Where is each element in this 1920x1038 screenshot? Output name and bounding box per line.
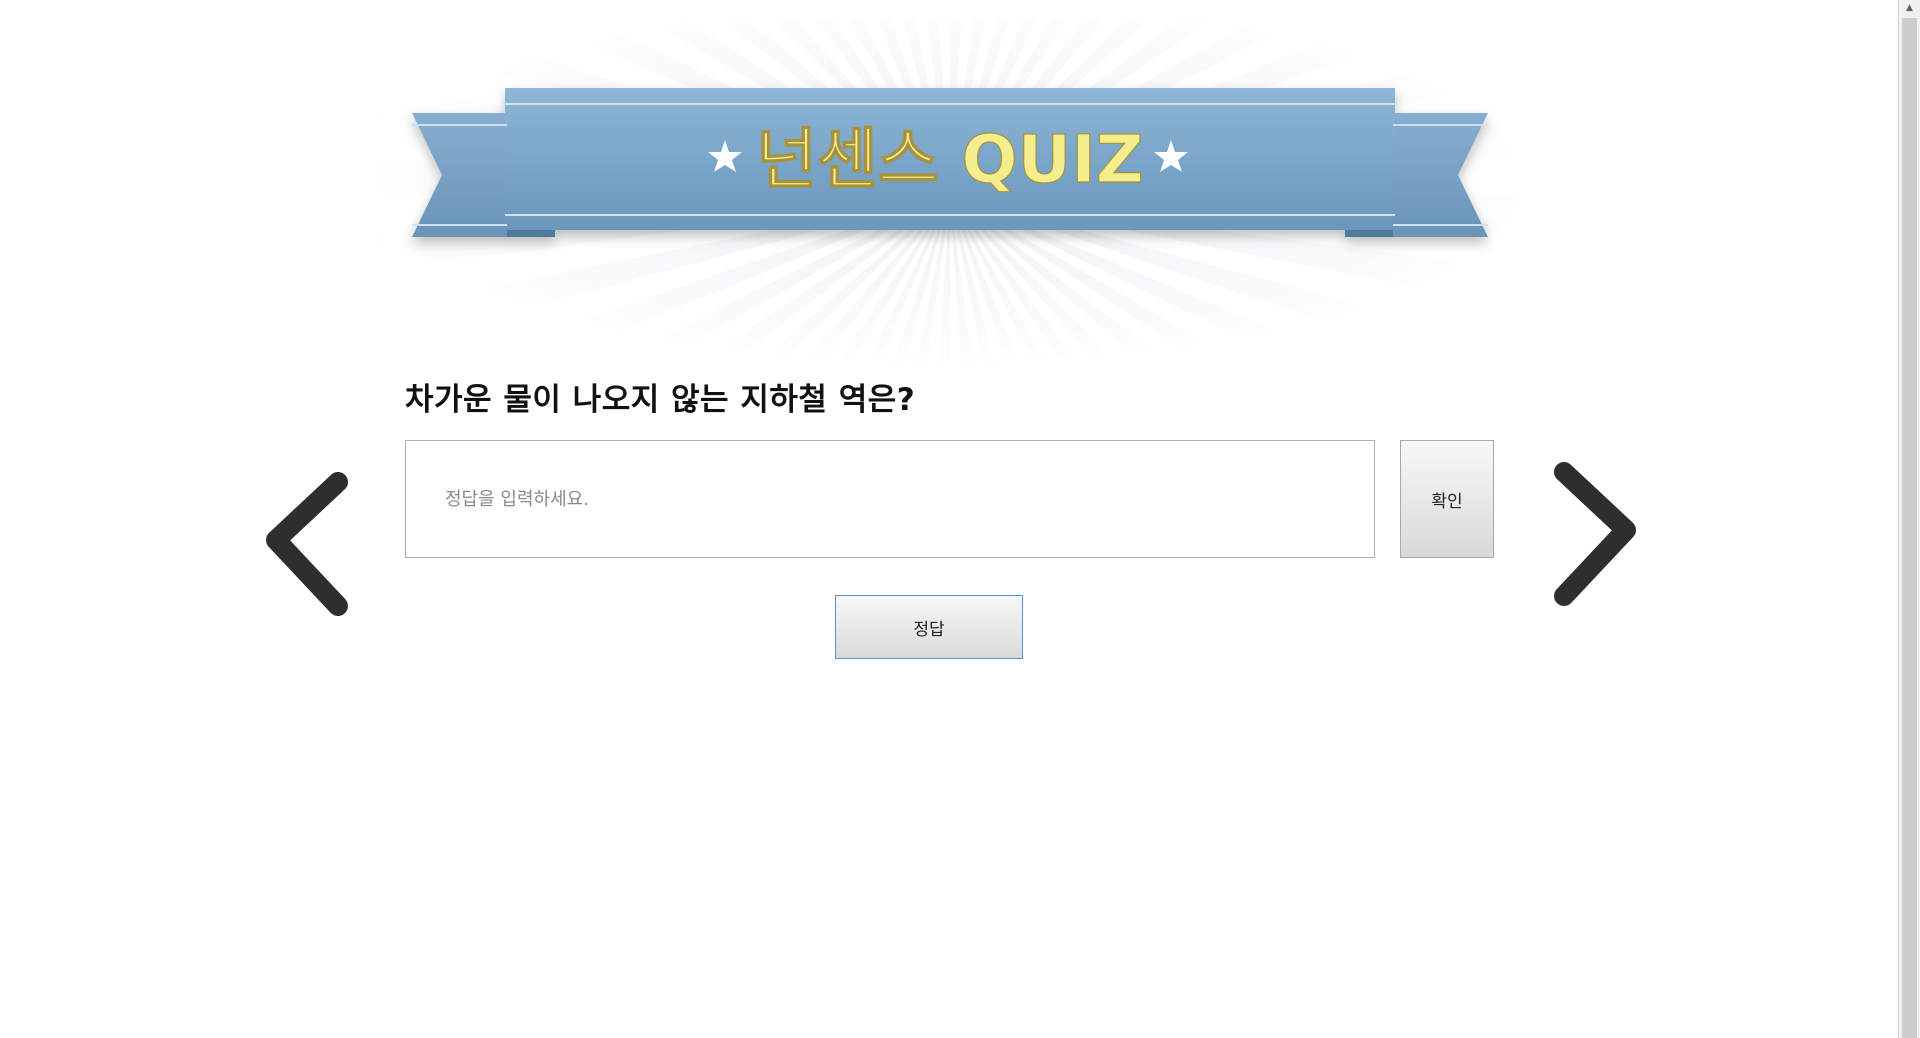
confirm-button-label: 확인 — [1431, 491, 1463, 512]
show-answer-button-label: 정답 — [913, 619, 945, 640]
scrollbar-thumb[interactable] — [1902, 18, 1917, 1038]
confirm-button[interactable]: 확인 — [1400, 440, 1494, 558]
show-answer-button[interactable]: 정답 — [835, 595, 1023, 659]
quiz-question: 차가운 물이 나오지 않는 지하철 역은? — [405, 382, 916, 418]
scroll-up-arrow-icon[interactable]: ▲ — [1899, 0, 1920, 16]
answer-input[interactable] — [405, 440, 1375, 558]
prev-question-button[interactable] — [262, 470, 352, 618]
chevron-right-icon — [1554, 462, 1636, 606]
next-question-button[interactable] — [1550, 460, 1640, 608]
chevron-left-icon — [266, 472, 348, 616]
banner-title: 넌센스 QUIZ — [756, 121, 1143, 198]
quiz-page: 넌센스 QUIZ 차가운 물이 나오지 않는 지하철 역은? 확인 정답 ▲ — [0, 0, 1920, 1038]
quiz-banner: 넌센스 QUIZ — [380, 20, 1520, 380]
vertical-scrollbar[interactable]: ▲ — [1898, 0, 1920, 1038]
